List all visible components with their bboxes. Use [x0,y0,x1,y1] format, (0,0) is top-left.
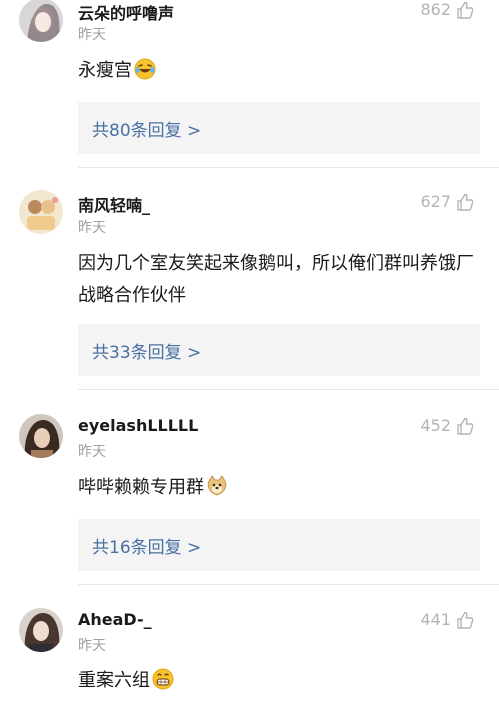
avatar[interactable] [19,414,63,458]
divider [78,584,499,585]
username[interactable]: eyelashLLLLL [78,416,198,435]
comment-text: 因为几个室友笑起来像鹅叫，所以俺们群叫养饿厂战略合作伙伴 [78,248,478,312]
view-replies-button[interactable]: 共33条回复 > [78,324,480,376]
like-button[interactable]: 441 [420,610,474,629]
like-button[interactable]: 862 [420,0,474,19]
like-count: 441 [420,610,451,629]
avatar[interactable] [19,190,63,234]
comment-text-content: 因为几个室友笑起来像鹅叫，所以俺们群叫养饿厂战略合作伙伴 [78,253,474,306]
divider [78,167,499,168]
like-count: 452 [420,416,451,435]
avatar[interactable] [19,608,63,652]
comment-item: 南风轻喃_ 昨天 627 因为几个室友笑起来像鹅叫，所以俺们群叫养饿厂战略合作伙… [0,190,499,400]
view-replies-button[interactable]: 共16条回复 > [78,519,480,571]
thumbs-up-icon [457,611,474,629]
comment-time: 昨天 [78,444,106,460]
comment-time: 昨天 [78,638,106,654]
comment-item: 云朵的呼噜声 昨天 862 永瘦宫 共80条回复 > [0,0,499,170]
doge-emoji-icon [206,475,228,508]
comment-text: 永瘦宫 [78,55,478,91]
comment-time: 昨天 [78,27,106,43]
comment-text-content: 重案六组 [78,670,150,691]
comment-item: eyelashLLLLL 昨天 452 哔哔赖赖专用群 共16条回复 > [0,413,499,585]
grin-emoji-icon [152,668,174,701]
like-button[interactable]: 452 [420,416,474,435]
like-button[interactable]: 627 [420,192,474,211]
thumbs-up-icon [457,417,474,435]
view-replies-button[interactable]: 共80条回复 > [78,102,480,154]
avatar[interactable] [19,0,63,42]
thumbs-up-icon [457,193,474,211]
username[interactable]: 云朵的呼噜声 [78,0,174,24]
comment-text-content: 哔哔赖赖专用群 [78,477,204,498]
comment-text: 哔哔赖赖专用群 [78,472,478,508]
username[interactable]: 南风轻喃_ [78,192,150,216]
thumbs-up-icon [457,1,474,19]
like-count: 627 [420,192,451,211]
comment-text-content: 永瘦宫 [78,60,132,81]
username[interactable]: AheaD-_ [78,610,152,629]
comment-text: 重案六组 [78,665,478,701]
divider [78,389,499,390]
like-count: 862 [420,0,451,19]
comment-time: 昨天 [78,220,106,236]
comment-item: AheaD-_ 昨天 441 重案六组 [0,607,499,710]
laugh-crying-emoji-icon [134,58,156,91]
